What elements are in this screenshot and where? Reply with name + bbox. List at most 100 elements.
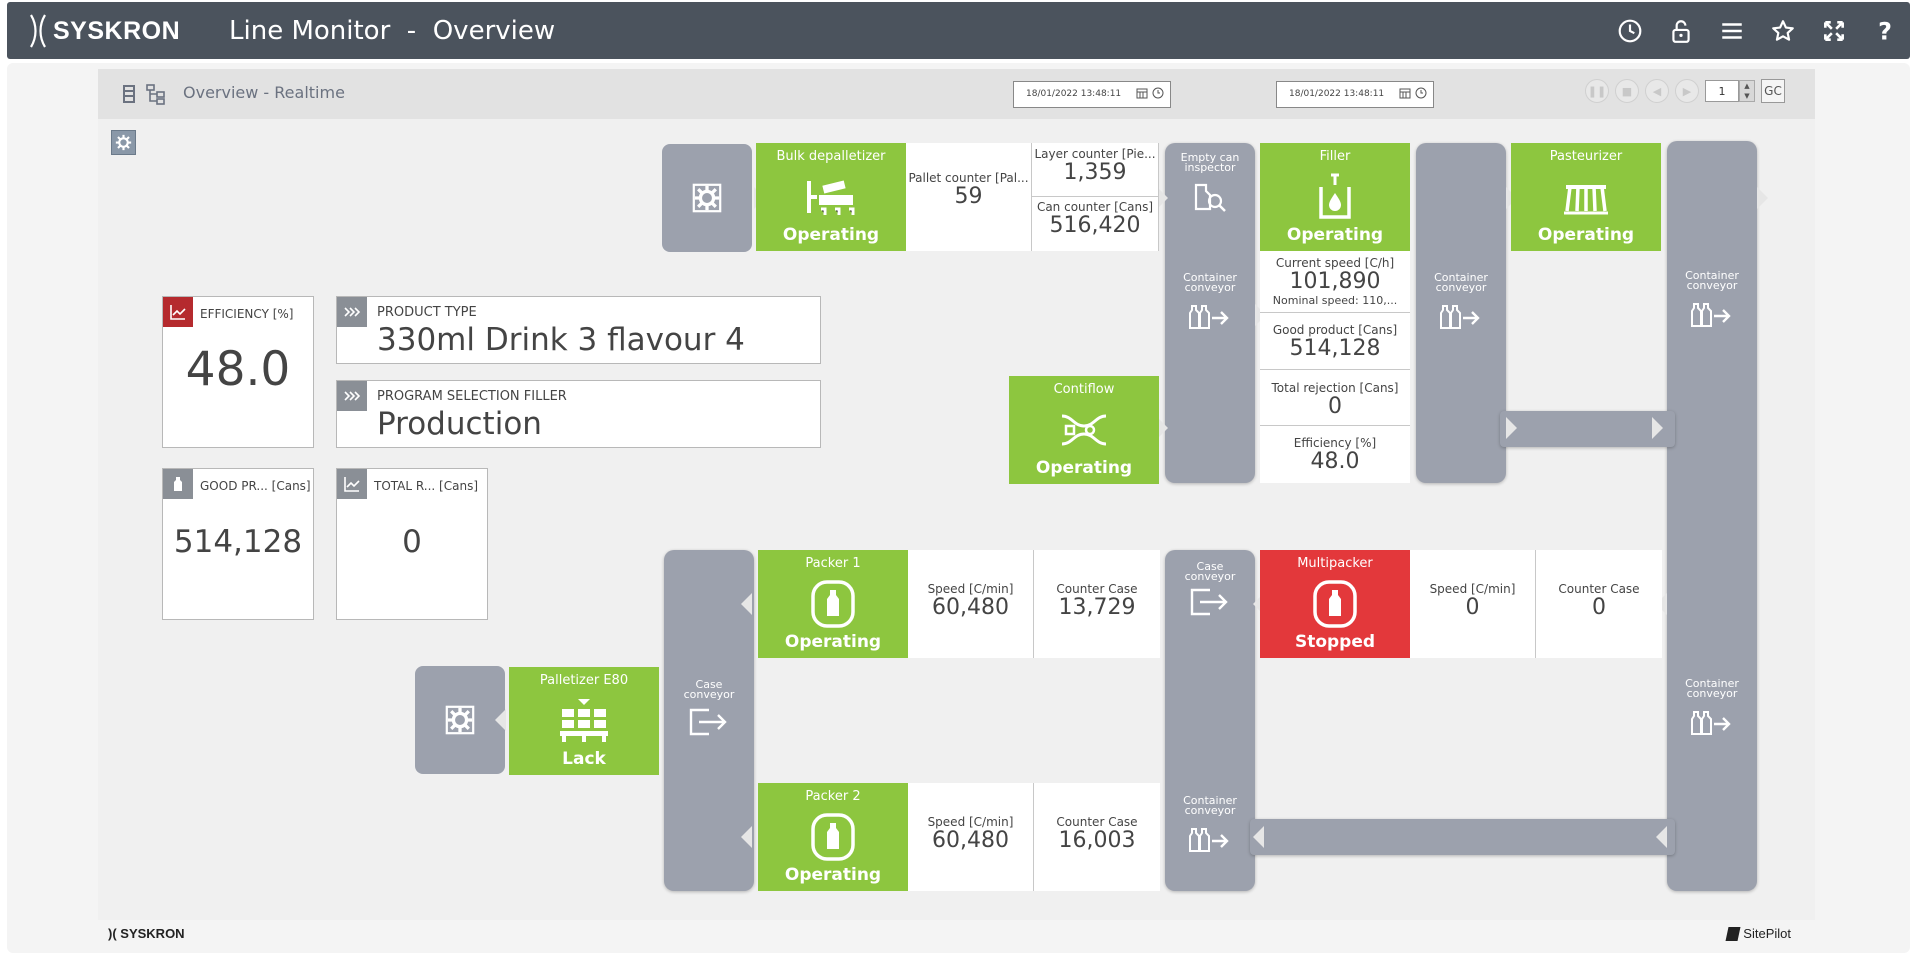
clock-small-icon[interactable] xyxy=(1152,87,1164,99)
filler-good-value: 514,128 xyxy=(1289,336,1381,361)
toolbar-title: Overview - Realtime xyxy=(183,83,345,102)
packer1-state: Operating xyxy=(784,632,882,652)
can-counter-value: 516,420 xyxy=(1049,213,1141,238)
packer1-speed-value: 60,480 xyxy=(932,595,1009,620)
filler-efficiency-label: Efficiency [%] xyxy=(1293,436,1377,450)
contiflow-tile[interactable]: Contiflow Operating xyxy=(1009,376,1159,484)
packer-bottle-icon xyxy=(811,580,855,628)
efficiency-label: EFFICIENCY [%] xyxy=(200,307,294,321)
calendar-icon[interactable] xyxy=(1136,87,1148,99)
filler-rejection-label: Total rejection [Cans] xyxy=(1271,381,1399,395)
container-conveyor-label: Container conveyor xyxy=(1183,794,1237,817)
good-product-tile[interactable]: GOOD PR... [Cans] 514,128 xyxy=(162,468,314,620)
packer1-tile[interactable]: Packer 1 Operating xyxy=(758,550,908,658)
efficiency-tile[interactable]: EFFICIENCY [%] 48.0 xyxy=(162,296,314,448)
containers-transfer-icon xyxy=(1189,305,1229,329)
filler-name: Filler xyxy=(1319,149,1351,164)
packer1-name: Packer 1 xyxy=(805,556,861,571)
flow-arrow xyxy=(1652,417,1663,439)
star-icon[interactable] xyxy=(1757,12,1808,50)
good-product-label: GOOD PR... [Cans] xyxy=(200,479,311,493)
palletizer-tile[interactable]: Palletizer E80 Lack xyxy=(509,667,659,775)
fullscreen-icon[interactable] xyxy=(1808,12,1859,50)
palletizer-settings-block[interactable] xyxy=(415,666,505,774)
date-to-field[interactable]: 18/01/2022 13:48:11 xyxy=(1276,81,1434,108)
filler-efficiency-cell: Efficiency [%] 48.0 xyxy=(1260,426,1410,483)
container-conveyor-horizontal-top[interactable] xyxy=(1500,411,1675,447)
filler-speed-value: 101,890 xyxy=(1289,269,1381,294)
total-rejection-tile[interactable]: TOTAL R... [Cans] 0 xyxy=(336,468,488,620)
clock-icon[interactable] xyxy=(1604,12,1655,50)
settings-button[interactable] xyxy=(111,130,136,155)
packer2-speed-value: 60,480 xyxy=(932,828,1009,853)
containers-transfer-icon xyxy=(1691,303,1731,327)
packer2-counter-cell: Counter Case 16,003 xyxy=(1034,783,1160,891)
help-icon[interactable]: ? xyxy=(1859,12,1910,50)
product-type-tile[interactable]: PRODUCT TYPE 330ml Drink 3 flavour 4 xyxy=(336,296,821,364)
page-stepper[interactable]: ▲ ▼ xyxy=(1739,80,1755,102)
palletizer-icon xyxy=(560,699,608,742)
multipacker-tile[interactable]: Multipacker Stopped xyxy=(1260,550,1410,658)
bulk-depalletizer-tile[interactable]: Bulk depalletizer Operating xyxy=(756,143,906,251)
empty-can-inspector-label: Empty can inspector xyxy=(1180,151,1240,174)
top-bar: SYSKRON Line Monitor - Overview ? xyxy=(7,2,1910,59)
packer2-speed-cell: Speed [C/min] 60,480 xyxy=(908,783,1034,891)
pause-button[interactable]: ❚❚ xyxy=(1585,79,1609,103)
containers-transfer-icon xyxy=(1440,305,1480,329)
bulk-depalletizer-name: Bulk depalletizer xyxy=(776,149,886,164)
packer2-tile[interactable]: Packer 2 Operating xyxy=(758,783,908,891)
packer2-counter-label: Counter Case xyxy=(1056,815,1138,829)
product-type-value: 330ml Drink 3 flavour 4 xyxy=(377,322,745,358)
list-view-icon[interactable] xyxy=(118,83,140,105)
stop-button[interactable]: ■ xyxy=(1615,79,1639,103)
layer-counter-value: 1,359 xyxy=(1063,160,1127,185)
filler-tile[interactable]: Filler Operating xyxy=(1260,143,1410,251)
container-conveyor-label: Container conveyor xyxy=(1183,271,1237,294)
container-conveyor-horizontal-bottom[interactable] xyxy=(1250,819,1675,855)
svg-text:?: ? xyxy=(1878,18,1892,44)
flow-arrow xyxy=(741,593,752,615)
efficiency-value: 48.0 xyxy=(185,342,291,397)
toolbar: Overview - Realtime 18/01/2022 13:48:11 … xyxy=(98,69,1815,119)
contiflow-icon xyxy=(1061,414,1107,446)
menu-icon[interactable] xyxy=(1706,12,1757,50)
containers-transfer-icon xyxy=(1691,711,1731,735)
date-to-value: 18/01/2022 13:48:11 xyxy=(1289,89,1385,99)
product-type-label: PRODUCT TYPE xyxy=(377,305,477,320)
bulk-depalletizer-state: Operating xyxy=(782,225,880,245)
hierarchy-view-icon[interactable] xyxy=(145,83,167,105)
pallet-counter-cell: Pallet counter [Pal... 59 xyxy=(906,143,1032,251)
contiflow-state: Operating xyxy=(1035,458,1133,478)
program-selection-label: PROGRAM SELECTION FILLER xyxy=(377,389,567,404)
pasteurizer-state: Operating xyxy=(1537,225,1635,245)
depalletizer-settings-block[interactable] xyxy=(662,144,752,252)
total-rejection-label: TOTAL R... [Cans] xyxy=(374,479,479,493)
flow-arrow xyxy=(1506,417,1517,439)
multipacker-speed-label: Speed [C/min] xyxy=(1429,582,1516,596)
bottle-icon xyxy=(163,469,193,499)
container-conveyor-right[interactable] xyxy=(1667,141,1757,891)
next-button[interactable]: ▶ xyxy=(1675,79,1699,103)
date-from-field[interactable]: 18/01/2022 13:48:11 xyxy=(1013,81,1171,108)
flow-arrow xyxy=(1656,826,1667,848)
packer2-speed-label: Speed [C/min] xyxy=(927,815,1014,829)
unlock-icon[interactable] xyxy=(1655,12,1706,50)
layer-counter-cell: Layer counter [Pie... 1,359 xyxy=(1032,143,1159,197)
palletizer-state: Lack xyxy=(562,749,606,769)
calendar-icon[interactable] xyxy=(1399,87,1411,99)
inspector-icon xyxy=(1194,183,1226,212)
clock-small-icon[interactable] xyxy=(1415,87,1427,99)
page-input[interactable]: 1 xyxy=(1705,80,1739,102)
packer1-counter-value: 13,729 xyxy=(1058,595,1136,620)
container-conveyor-label: Container conveyor xyxy=(1685,677,1739,700)
program-arrows-icon xyxy=(337,381,367,411)
gc-button[interactable]: GC xyxy=(1761,79,1785,103)
filler-rejection-value: 0 xyxy=(1328,394,1342,419)
gear-icon xyxy=(115,134,132,151)
footer-brand: SitePilot xyxy=(1725,926,1791,941)
containers-transfer-icon xyxy=(1189,828,1229,852)
syskron-mark-icon xyxy=(30,14,46,48)
pasteurizer-tile[interactable]: Pasteurizer Operating xyxy=(1511,143,1661,251)
program-selection-tile[interactable]: PROGRAM SELECTION FILLER Production xyxy=(336,380,821,448)
previous-button[interactable]: ◀ xyxy=(1645,79,1669,103)
